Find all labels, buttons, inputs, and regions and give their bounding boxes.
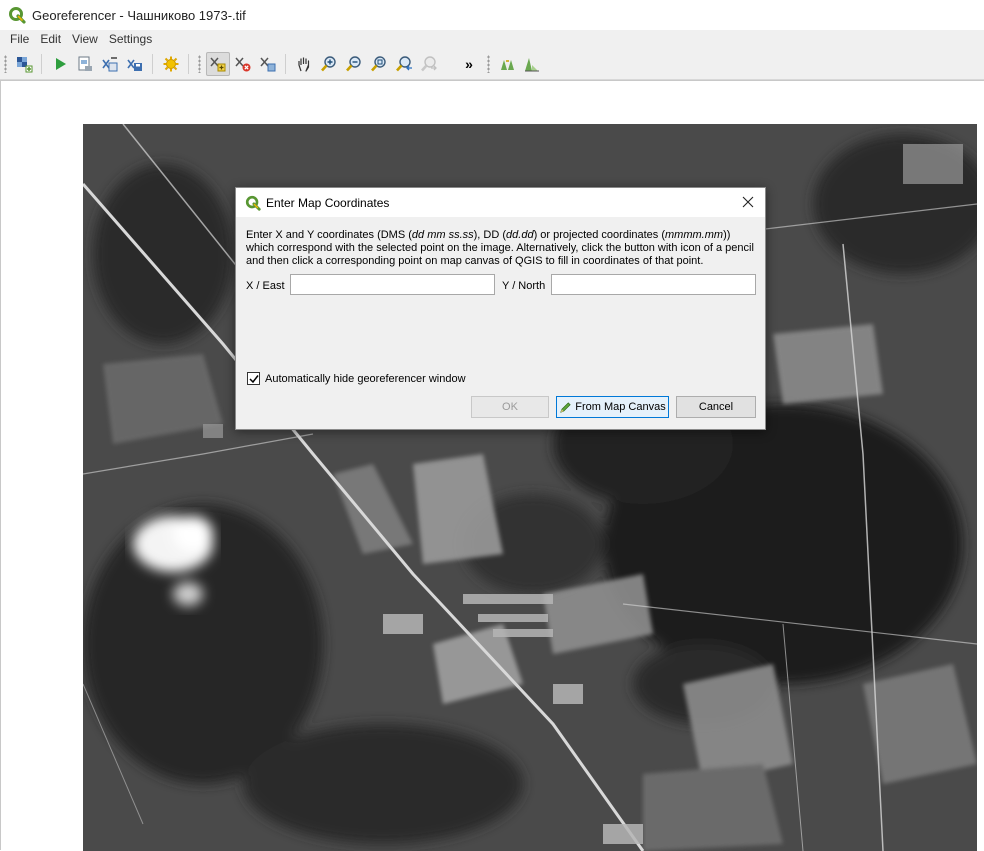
dialog-description: Enter X and Y coordinates (DMS (dd mm ss… — [246, 229, 756, 268]
save-gcp-points-button[interactable] — [123, 52, 147, 76]
delete-point-icon — [234, 57, 250, 71]
pan-icon — [297, 57, 309, 72]
zoom-last-button[interactable] — [392, 52, 416, 76]
load-gcp-points-icon — [101, 56, 117, 71]
dialog-close-button[interactable] — [739, 193, 757, 211]
menubar: File Edit View Settings — [0, 30, 984, 48]
add-point-button[interactable] — [205, 51, 230, 76]
link-georeferencer-to-qgis-button[interactable] — [495, 52, 519, 76]
description-text: ), DD ( — [473, 229, 507, 241]
close-icon — [742, 196, 754, 208]
zoom-last-icon — [395, 55, 412, 71]
dialog-titlebar[interactable]: Enter Map Coordinates — [236, 188, 765, 217]
window-titlebar: Georeferencer - Чашниково 1973-.tif — [0, 0, 984, 30]
auto-hide-label: Automatically hide georeferencer window — [265, 372, 466, 385]
open-raster-icon — [16, 56, 32, 72]
georeferencer-toolbar: » — [0, 48, 984, 80]
dialog-title: Enter Map Coordinates — [266, 195, 390, 210]
link-georeferencer-to-qgis-icon — [500, 59, 514, 70]
zoom-next-button[interactable] — [417, 52, 441, 76]
toolbar-grip[interactable] — [4, 54, 7, 73]
dd-format-text: dd.dd — [506, 229, 534, 241]
enter-map-coordinates-dialog: Enter Map Coordinates Enter X and Y coor… — [235, 187, 766, 430]
qgis-logo-icon — [245, 195, 261, 211]
x-east-input[interactable] — [290, 274, 495, 295]
menu-file[interactable]: File — [0, 32, 35, 46]
y-north-label: Y / North — [502, 280, 546, 292]
qgis-logo-icon — [9, 7, 26, 24]
window-title: Georeferencer - Чашниково 1973-.tif — [32, 7, 246, 23]
zoom-in-icon — [320, 55, 336, 71]
generate-gdal-script-button[interactable] — [73, 52, 97, 76]
description-text: ) or projected coordinates ( — [533, 229, 666, 241]
start-georeferencing-icon — [55, 57, 66, 70]
ok-button[interactable]: OK — [471, 396, 549, 418]
zoom-to-layer-button[interactable] — [367, 52, 391, 76]
delete-point-button[interactable] — [231, 52, 255, 76]
zoom-out-icon — [345, 55, 361, 71]
toolbar-separator — [152, 53, 153, 74]
transformation-settings-button[interactable] — [159, 52, 183, 76]
toolbar-separator — [188, 53, 189, 74]
open-raster-button[interactable] — [12, 52, 36, 76]
menu-edit[interactable]: Edit — [35, 32, 67, 46]
histogram-stretch-button[interactable] — [520, 52, 544, 76]
move-gcp-point-icon — [259, 57, 275, 71]
pan-button[interactable] — [292, 52, 316, 76]
pencil-icon — [560, 401, 571, 413]
toolbar-overflow-button[interactable]: » — [459, 56, 479, 72]
toolbar-grip[interactable] — [198, 54, 201, 73]
projected-format-text: mmmm.mm — [665, 229, 724, 241]
generate-gdal-script-icon — [78, 56, 92, 71]
zoom-next-icon — [420, 55, 437, 71]
zoom-to-layer-icon — [370, 55, 386, 71]
transformation-settings-icon — [163, 56, 178, 71]
histogram-stretch-icon — [524, 57, 539, 71]
save-gcp-points-icon — [126, 59, 142, 71]
cancel-button[interactable]: Cancel — [676, 396, 756, 418]
auto-hide-checkbox[interactable] — [247, 372, 260, 385]
toolbar-separator — [41, 53, 42, 74]
description-text: Enter X and Y coordinates (DMS ( — [246, 229, 412, 241]
toolbar-grip[interactable] — [487, 54, 490, 73]
dms-format-text: dd mm ss.ss — [411, 229, 474, 241]
y-north-input[interactable] — [551, 274, 756, 295]
from-map-canvas-button[interactable]: From Map Canvas — [556, 396, 669, 418]
zoom-in-button[interactable] — [317, 52, 341, 76]
from-map-canvas-label: From Map Canvas — [575, 401, 666, 413]
add-point-icon — [209, 57, 225, 71]
zoom-out-button[interactable] — [342, 52, 366, 76]
menu-view[interactable]: View — [67, 32, 104, 46]
auto-hide-row: Automatically hide georeferencer window — [247, 372, 466, 385]
load-gcp-points-button[interactable] — [98, 52, 122, 76]
x-east-label: X / East — [246, 280, 285, 292]
toolbar-separator — [285, 53, 286, 74]
move-gcp-point-button[interactable] — [256, 52, 280, 76]
checkmark-icon — [248, 374, 259, 383]
start-georeferencing-button[interactable] — [48, 52, 72, 76]
menu-settings[interactable]: Settings — [104, 32, 158, 46]
